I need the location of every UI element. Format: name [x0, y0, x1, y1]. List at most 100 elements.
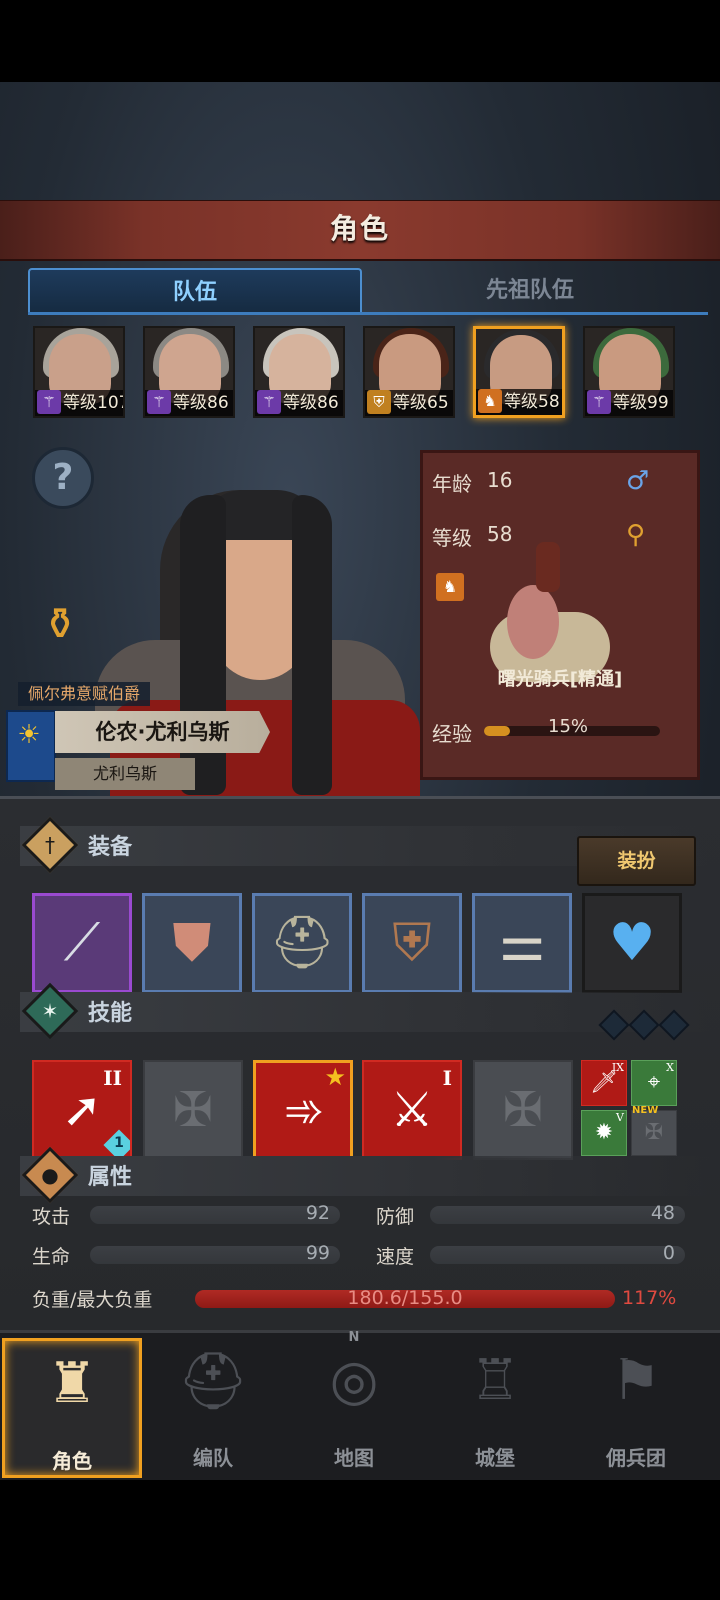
help-icon[interactable]: ?: [32, 447, 94, 509]
compass-north-label: N: [348, 1330, 360, 1345]
shield-icon: ⛊: [172, 913, 212, 973]
family-name: 尤利乌斯: [55, 758, 195, 790]
ring-icon[interactable]: ⚲: [626, 520, 645, 550]
hero-level: 等级58: [504, 392, 560, 412]
level-value: 58: [487, 522, 513, 546]
skill-rank: I: [442, 1066, 452, 1090]
tab-divider: [28, 312, 708, 315]
nav-mercenary[interactable]: ⚑ 佣兵团: [566, 1338, 706, 1478]
potion-icon[interactable]: ⚱: [30, 595, 90, 655]
skill-rank: V: [616, 1111, 624, 1124]
nav-label: 编队: [193, 1446, 233, 1470]
speed-value: 0: [662, 1242, 675, 1264]
hero-level: 等级86: [173, 393, 229, 413]
skill-rank: II: [103, 1066, 122, 1090]
hero-card[interactable]: ⚚ 等级107: [33, 326, 125, 418]
attributes-title: 属性: [88, 1165, 133, 1190]
hp-value: 99: [305, 1242, 330, 1264]
hero-card[interactable]: ⚚ 等级86: [143, 326, 235, 418]
experience-percent: 15%: [548, 716, 589, 737]
page-title: 角色: [329, 212, 390, 245]
new-badge: NEW: [632, 1105, 659, 1116]
mercenary-icon: ⚑: [610, 1348, 662, 1413]
nav-label: 佣兵团: [606, 1446, 666, 1470]
shield-class-icon: ⛨: [367, 390, 391, 414]
attack-value: 92: [305, 1202, 330, 1224]
skill-rank: IX: [611, 1061, 624, 1074]
weapon-slot[interactable]: ⟋: [32, 893, 132, 993]
cavalry-class-icon: ♞: [478, 389, 502, 413]
experience-bar-fill: [484, 726, 511, 736]
staff-class-icon: ⚚: [257, 390, 281, 414]
sun-emblem-icon: ☀: [17, 720, 41, 750]
nav-character[interactable]: ♜ 角色: [2, 1338, 142, 1478]
passive-skill[interactable]: ⌖ X: [631, 1060, 677, 1106]
hero-level: 等级86: [283, 393, 339, 413]
nav-castle[interactable]: ♖ 城堡: [425, 1338, 565, 1478]
defense-value: 48: [650, 1202, 675, 1224]
attack-label: 攻击: [32, 1206, 71, 1228]
portrait-hair-right: [292, 495, 332, 795]
cross-icon: ✠: [172, 1082, 214, 1138]
noble-title: 佩尔弗意赋伯爵: [18, 682, 151, 706]
experience-label: 经验: [432, 722, 472, 746]
passive-skill[interactable]: ✹ V: [581, 1110, 627, 1156]
skill-slot[interactable]: ➚ II 1: [32, 1060, 132, 1160]
dagger-icon: †: [45, 833, 55, 857]
shield-slot[interactable]: ⛊: [142, 893, 242, 993]
skills-title: 技能: [88, 1001, 133, 1026]
helmet-slot[interactable]: ⛑: [252, 893, 352, 993]
heart-amulet-icon: ♥: [608, 913, 656, 973]
passive-skill[interactable]: 🗡 IX: [581, 1060, 627, 1106]
status-bar-area: [0, 0, 720, 82]
age-value: 16: [487, 468, 513, 492]
male-gender-icon: ♂: [626, 466, 650, 496]
compass-icon: ◎: [329, 1348, 379, 1413]
nav-label: 角色: [52, 1449, 92, 1473]
boots-slot[interactable]: ⚌: [472, 893, 572, 993]
nav-map[interactable]: N ◎ 地图: [284, 1330, 424, 1478]
mount-shield: [507, 585, 559, 659]
hero-card[interactable]: ⚚ 等级99: [583, 326, 675, 418]
mount-rider: [536, 542, 560, 592]
hero-level: 等级65: [393, 393, 449, 413]
armor-icon: ⛨: [392, 913, 432, 973]
age-label: 年龄: [432, 472, 472, 496]
staff-class-icon: ⚚: [37, 390, 61, 414]
cross-icon: ✠: [644, 1120, 664, 1145]
defense-label: 防御: [376, 1206, 415, 1228]
skill-rank: X: [666, 1061, 674, 1074]
hero-level: 等级107: [63, 393, 125, 413]
class-name: 曙光骑兵[精通]: [497, 669, 623, 690]
tab-team[interactable]: 队伍: [28, 268, 362, 314]
nav-label: 地图: [334, 1446, 374, 1470]
nav-formation[interactable]: ⛑ 编队: [143, 1338, 283, 1478]
dress-up-button[interactable]: 装扮: [577, 836, 696, 886]
level-label: 等级: [432, 526, 472, 550]
character-name[interactable]: 伦农·尤利乌斯: [55, 711, 270, 753]
tab-ancestor-team[interactable]: 先祖队伍: [360, 268, 700, 312]
load-value: 180.6/155.0: [347, 1287, 463, 1309]
star-icon: ★: [324, 1063, 346, 1091]
armor-slot[interactable]: ⛨: [362, 893, 462, 993]
helmet-icon: ⛑: [268, 913, 335, 973]
hero-card[interactable]: ⛨ 等级65: [363, 326, 455, 418]
person-icon: ●: [41, 1163, 59, 1187]
load-percent: 117%: [622, 1287, 677, 1309]
star-burst-icon: ✶: [41, 999, 59, 1023]
skill-gem-count: 1: [114, 1135, 124, 1151]
amulet-slot[interactable]: ♥: [582, 893, 682, 993]
cross-icon: ✠: [502, 1082, 544, 1138]
hero-card-selected[interactable]: ♞ 等级58: [473, 326, 565, 418]
empty-skill-slot[interactable]: ✠: [143, 1060, 243, 1160]
staff-class-icon: ⚚: [147, 390, 171, 414]
staff-class-icon: ⚚: [587, 390, 611, 414]
knight-icon: ♜: [46, 1351, 98, 1416]
hero-card[interactable]: ⚚ 等级86: [253, 326, 345, 418]
skill-slot[interactable]: ⚔ I: [362, 1060, 462, 1160]
hero-level: 等级99: [613, 393, 669, 413]
castle-icon: ♖: [469, 1348, 521, 1413]
empty-passive-skill[interactable]: ✠ NEW: [631, 1105, 677, 1156]
empty-skill-slot[interactable]: ✠: [473, 1060, 573, 1160]
skill-slot[interactable]: ➾ ★: [253, 1060, 353, 1160]
